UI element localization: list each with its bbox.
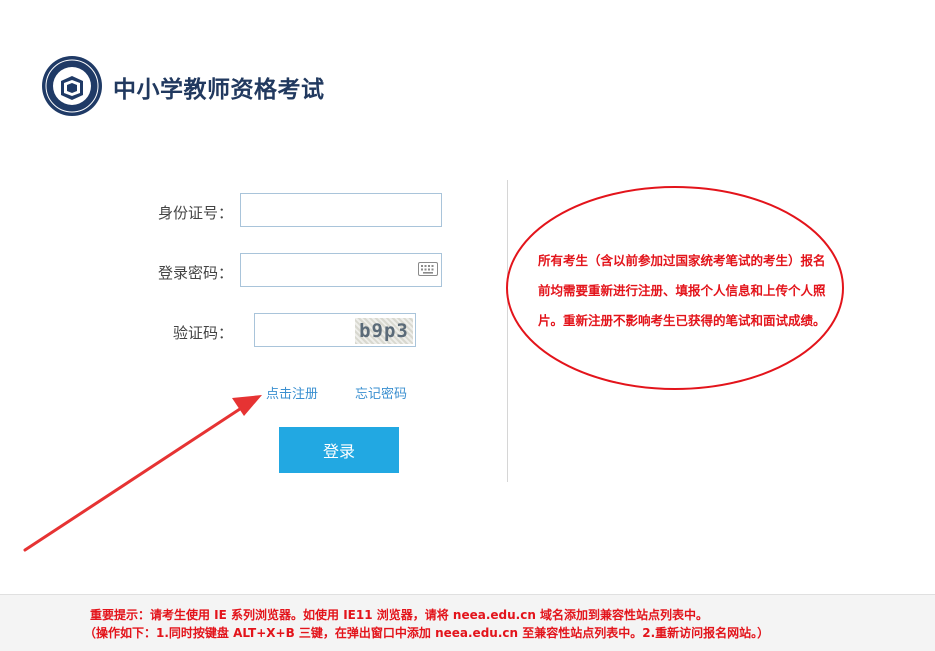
footer-tip-line-1: 重要提示：请考生使用 IE 系列浏览器。如使用 IE11 浏览器，请将 neea… xyxy=(90,608,709,622)
id-number-label: 身份证号： xyxy=(157,204,233,222)
page-title: 中小学教师资格考试 xyxy=(113,77,325,103)
register-link[interactable]: 点击注册 xyxy=(266,383,318,402)
logo xyxy=(41,55,103,117)
captcha-image[interactable]: b9p3 xyxy=(355,318,413,344)
captcha-label: 验证码： xyxy=(172,324,233,342)
keyboard-icon[interactable] xyxy=(418,262,438,276)
teacher-certification-seal-icon xyxy=(42,56,102,116)
forgot-password-link[interactable]: 忘记密码 xyxy=(355,383,407,402)
footer: 重要提示：请考生使用 IE 系列浏览器。如使用 IE11 浏览器，请将 neea… xyxy=(0,594,935,651)
footer-tip-line-2: （操作如下：1.同时按键盘 ALT+X+B 三键，在弹出窗口中添加 neea.e… xyxy=(84,626,770,640)
id-number-input[interactable] xyxy=(240,193,442,227)
password-label: 登录密码： xyxy=(157,264,233,282)
password-input[interactable] xyxy=(240,253,442,287)
registration-notice: 所有考生（含以前参加过国家统考笔试的考生）报名前均需要重新进行注册、填报个人信息… xyxy=(538,253,826,328)
login-button[interactable]: 登录 xyxy=(279,427,399,473)
